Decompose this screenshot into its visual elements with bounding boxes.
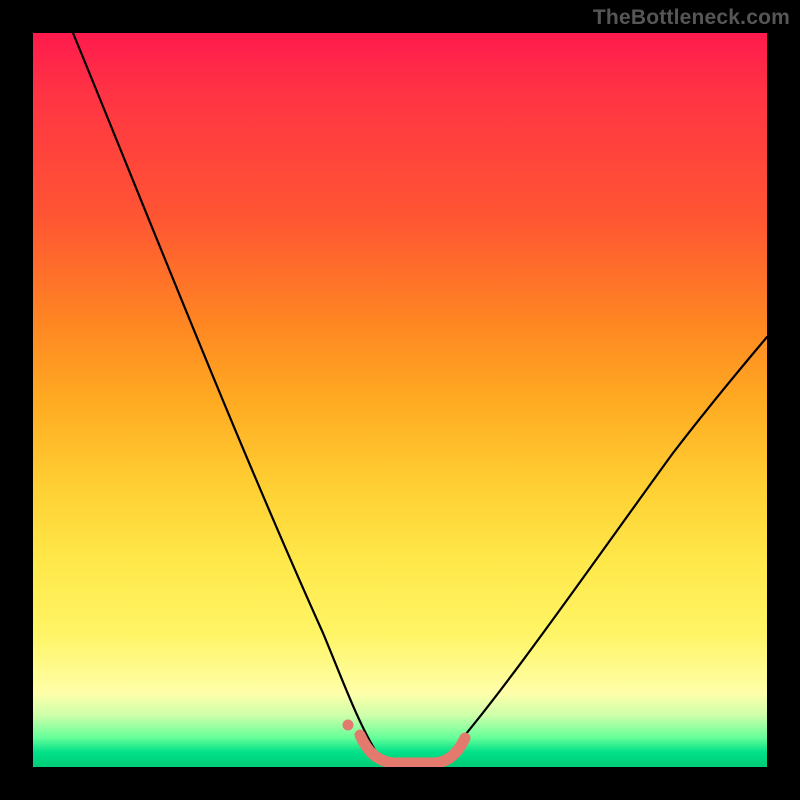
right-curve [448,337,767,755]
left-curve [73,33,378,755]
chart-frame: TheBottleneck.com [0,0,800,800]
trough-segment [360,735,465,763]
plot-area [33,33,767,767]
trough-dot [343,720,354,731]
watermark-text: TheBottleneck.com [593,6,790,30]
curve-layer [33,33,767,767]
